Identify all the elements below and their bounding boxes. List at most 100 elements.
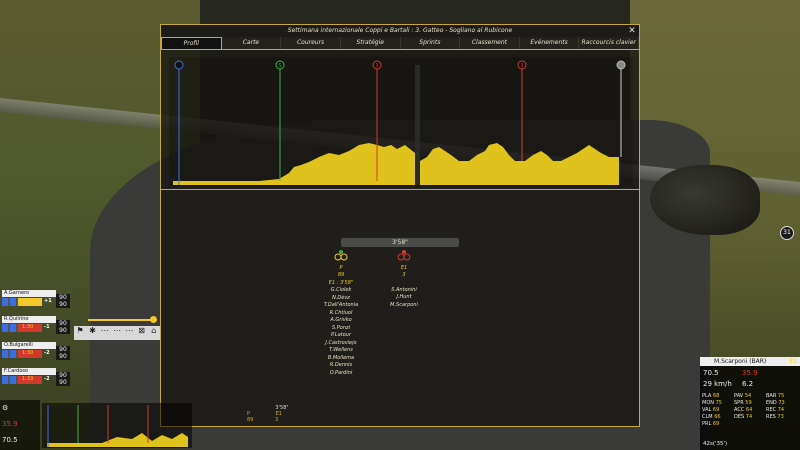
rider-name[interactable]: N.Dèvz bbox=[311, 295, 371, 303]
gap-timer: 3'58" bbox=[341, 238, 459, 247]
rider-name[interactable]: R.Dennis bbox=[311, 362, 371, 370]
effort-slider-track[interactable] bbox=[88, 319, 154, 321]
rider-name[interactable]: T.Dall'Antonia bbox=[311, 302, 371, 310]
rider-name[interactable]: J.Castroviejo bbox=[311, 340, 371, 348]
stage-profile: S 3 3 bbox=[169, 57, 633, 187]
rider-name[interactable]: R.Chtiuol bbox=[311, 310, 371, 318]
rider-stat: 1:30 bbox=[22, 350, 34, 356]
add-icon bbox=[179, 437, 187, 445]
rider-name[interactable]: A.Grivko bbox=[311, 317, 371, 325]
rider-delta: -2 bbox=[44, 376, 50, 382]
tab-classement[interactable]: Classement bbox=[460, 37, 520, 49]
rider-number: 90 90 bbox=[56, 294, 70, 308]
stat-cell: CLM 66 bbox=[702, 414, 721, 420]
escape-letter: E1 bbox=[400, 264, 408, 271]
tab-sprints[interactable]: Sprints bbox=[401, 37, 461, 49]
bottom-e-count: 3 bbox=[274, 417, 279, 423]
effort-slider-knob[interactable] bbox=[150, 316, 157, 323]
marker-label: S bbox=[278, 63, 281, 69]
rider-number: 90 90 bbox=[56, 372, 70, 386]
tab-raccourcis[interactable]: Raccourcis clavier bbox=[579, 37, 639, 49]
peloton-letter: P bbox=[339, 264, 343, 271]
team-rider[interactable]: A.Garnero 1:44 +1 90 90 bbox=[0, 290, 72, 314]
finish-marker-icon bbox=[616, 60, 626, 70]
rider-stat: 1:30 bbox=[22, 324, 34, 330]
stop-icon[interactable]: ⊠ bbox=[135, 326, 147, 340]
stat-cell: PAV 54 bbox=[734, 393, 752, 399]
distance-readout: 70.5 bbox=[2, 436, 18, 444]
rider-name[interactable]: T.Wellens bbox=[311, 347, 371, 355]
rider-name[interactable]: B.Mollema bbox=[311, 355, 371, 363]
team-panel: A.Garnero 1:44 +1 90 90 R.Quilrino 1:30 -… bbox=[0, 290, 72, 394]
escape-group: E1 3 S.Antonini J.Hunt M.Scarponi bbox=[379, 249, 429, 309]
rider-name[interactable]: M.Scarponi bbox=[379, 302, 429, 310]
cyclist-icon bbox=[397, 250, 411, 261]
relay-icon[interactable]: ⋯ bbox=[123, 326, 135, 340]
team-rider[interactable]: R.Quilrino 1:30 -1 90 90 bbox=[0, 316, 72, 340]
stat-cell: END 73 bbox=[766, 400, 785, 406]
bottom-gap: 3'58" bbox=[275, 405, 289, 411]
rider-card: M.Scarponi (BAR) E1 70.5 35.9 29 km/h 6.… bbox=[700, 357, 800, 450]
rider-card-name: M.Scarponi (BAR) bbox=[700, 357, 800, 366]
team-rider[interactable]: F.Cardoso 1:33 -2 90 90 bbox=[0, 368, 72, 392]
rider-card-badge: E1 bbox=[789, 358, 797, 365]
cyclist-group-icon bbox=[334, 250, 348, 261]
stat-cell: ACC 64 bbox=[734, 407, 753, 413]
distance-button[interactable]: 31 bbox=[780, 226, 794, 240]
race-info-panel: Settimana internazionale Coppi e Bartali… bbox=[160, 24, 640, 427]
mini-stage-profile bbox=[42, 403, 192, 448]
stat-cell: PRL 69 bbox=[702, 421, 720, 427]
group-icon[interactable]: ⋯ bbox=[111, 326, 123, 340]
home-icon[interactable]: ⌂ bbox=[148, 326, 160, 340]
rider-name[interactable]: S.Ponzi bbox=[311, 325, 371, 333]
marker-label: 3 bbox=[375, 63, 378, 69]
stat-cell: RES 73 bbox=[766, 414, 784, 420]
follow-icon[interactable]: ⋯ bbox=[99, 326, 111, 340]
rider-stats-grid: PLA 68 PAV 54 BAR 75 MON 75 SPR 59 END 7… bbox=[702, 393, 798, 427]
rider-list: G.Ciolek N.Dèvz T.Dall'Antonia R.Chtiuol… bbox=[311, 287, 371, 377]
team-rider[interactable]: O.Bulgarelli 1:30 -2 90 90 bbox=[0, 342, 72, 366]
stat-cell: REC 74 bbox=[766, 407, 785, 413]
attack-icon[interactable]: ✱ bbox=[86, 326, 98, 340]
bottom-p-count: 89 bbox=[247, 417, 254, 423]
rider-name: O.Bulgarelli bbox=[2, 342, 56, 349]
rider-delta: -1 bbox=[44, 324, 50, 330]
rider-name: A.Garnero bbox=[2, 290, 56, 297]
start-marker-icon bbox=[174, 60, 184, 70]
kmh-value: 29 km/h bbox=[703, 380, 732, 388]
rock bbox=[650, 165, 760, 235]
peloton-count: 89 bbox=[337, 272, 345, 278]
tab-coureurs[interactable]: Coureurs bbox=[281, 37, 341, 49]
tab-profil[interactable]: Profil bbox=[161, 37, 222, 49]
power-value: 70.5 bbox=[703, 369, 719, 377]
rider-name[interactable]: P.Latour bbox=[311, 332, 371, 340]
control-toolbar: ⚑ ✱ ⋯ ⋯ ⋯ ⊠ ⌂ bbox=[74, 326, 160, 340]
tab-evenements[interactable]: Evénements bbox=[520, 37, 580, 49]
rider-name[interactable]: J.Hunt bbox=[379, 294, 429, 302]
stat-cell: DES 74 bbox=[734, 414, 753, 420]
rider-name[interactable]: O.Pardini bbox=[311, 370, 371, 378]
tab-bar: Profil Carte Coureurs Stratégie Sprints … bbox=[161, 37, 639, 50]
stat-cell: MON 75 bbox=[702, 400, 722, 406]
divider bbox=[161, 189, 639, 190]
panel-title: Settimana internazionale Coppi e Bartali… bbox=[161, 25, 639, 37]
rider-delta: -2 bbox=[44, 350, 50, 356]
tab-carte[interactable]: Carte bbox=[222, 37, 282, 49]
rider-stat: 1:44 bbox=[22, 298, 34, 304]
rider-name: R.Quilrino bbox=[2, 316, 56, 323]
rider-number: 90 90 bbox=[56, 346, 70, 360]
tab-strategie[interactable]: Stratégie bbox=[341, 37, 401, 49]
bottom-gap-strip: 3'58" P E1 89 3 bbox=[247, 405, 317, 423]
marker-label: 3 bbox=[520, 63, 523, 69]
rider-stat: 1:33 bbox=[22, 376, 34, 382]
rider-time: 42s('35') bbox=[703, 441, 728, 447]
rider-name[interactable]: G.Ciolek bbox=[311, 287, 371, 295]
rider-name[interactable]: S.Antonini bbox=[379, 287, 429, 295]
flag-icon[interactable]: ⚑ bbox=[74, 326, 86, 340]
rider-name: F.Cardoso bbox=[2, 368, 56, 375]
stat-cell: BAR 75 bbox=[766, 393, 785, 399]
gear-icon: ⚙ bbox=[2, 404, 9, 412]
speed-readout: 35.9 bbox=[2, 420, 18, 428]
close-button[interactable]: ✕ bbox=[627, 26, 637, 36]
stat-cell: VAL 69 bbox=[702, 407, 720, 413]
